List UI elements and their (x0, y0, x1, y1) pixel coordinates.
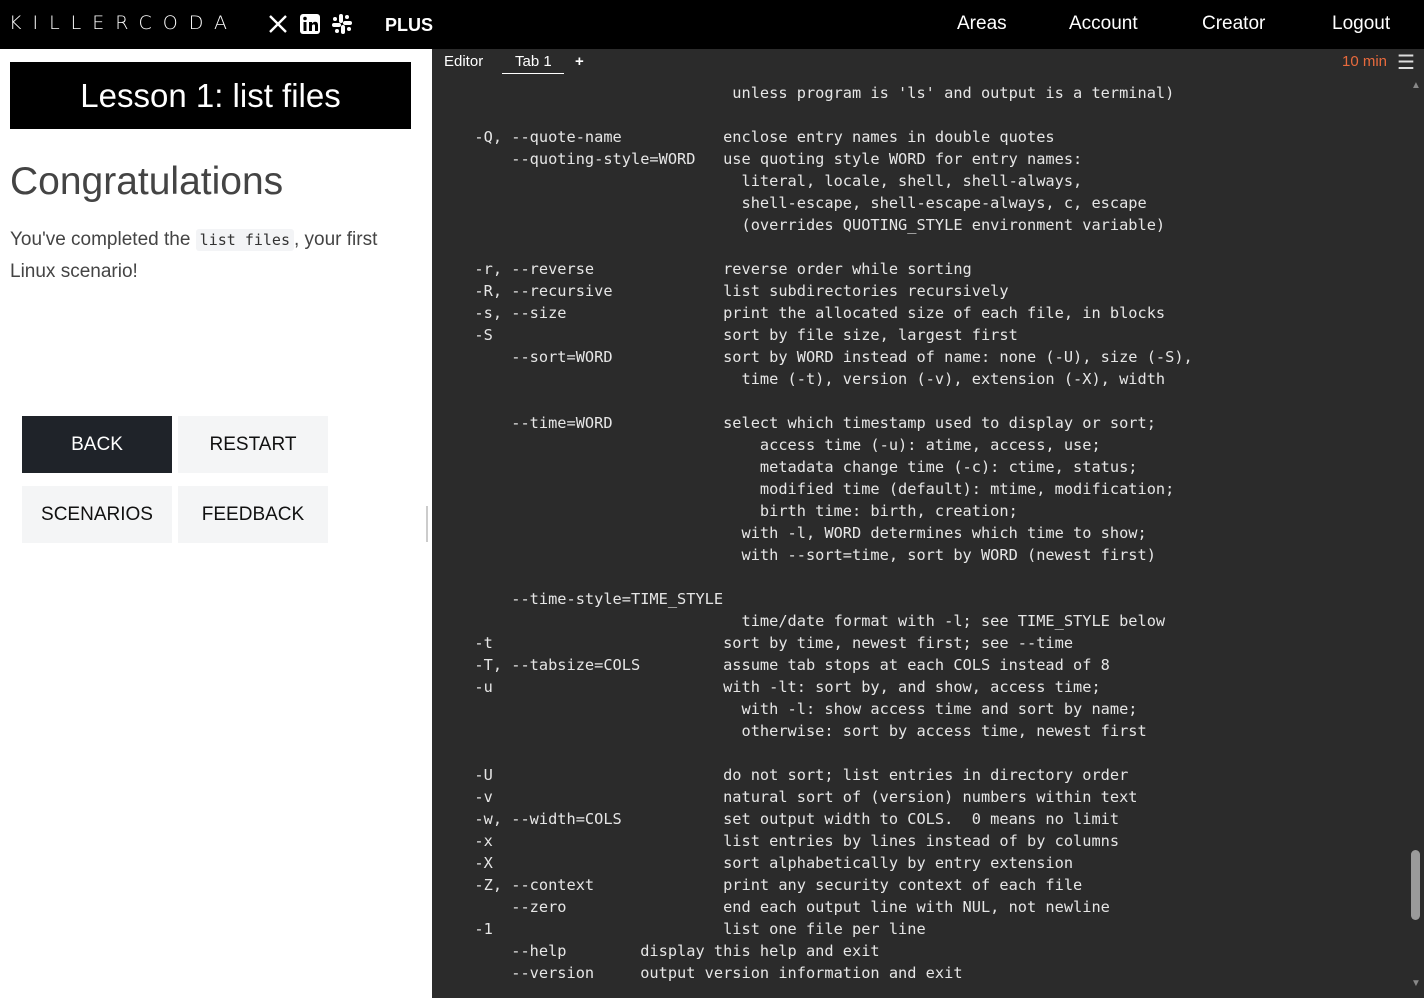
timer: 10 min (1342, 53, 1388, 70)
terminal-line: --time=WORD select which timestamp used … (456, 414, 1156, 432)
terminal-line: -t sort by time, newest first; see --tim… (456, 634, 1074, 652)
lesson-title: Lesson 1: list files (10, 62, 411, 129)
tab-1[interactable]: Tab 1 (502, 53, 564, 74)
x-icon[interactable] (266, 12, 290, 36)
terminal-line: --sort=WORD sort by WORD instead of name… (456, 348, 1193, 366)
terminal-line: -w, --width=COLS set output width to COL… (456, 810, 1120, 828)
terminal-line: birth time: birth, creation; (456, 502, 1018, 520)
terminal-line: --help display this help and exit (456, 942, 880, 960)
terminal-line: -1 list one file per line (456, 920, 926, 938)
terminal[interactable]: unless program is 'ls' and output is a t… (432, 76, 1408, 998)
scroll-up-arrow-icon[interactable]: ▲ (1409, 80, 1423, 94)
terminal-line: time (-t), version (-v), extension (-X),… (456, 370, 1166, 388)
terminal-line: -Q, --quote-name enclose entry names in … (456, 128, 1055, 146)
nav-logout[interactable]: Logout (1332, 13, 1390, 35)
terminal-line: -Z, --context print any security context… (456, 876, 1083, 894)
divider-grip[interactable] (426, 506, 428, 542)
killercoda-logo[interactable]: KILLERCODA (9, 12, 238, 34)
scroll-thumb[interactable] (1411, 850, 1420, 920)
terminal-line: literal, locale, shell, shell-always, (456, 172, 1083, 190)
terminal-line: (overrides QUOTING_STYLE environment var… (456, 216, 1166, 234)
terminal-line: --version output version information and… (456, 964, 963, 982)
terminal-line: with -l: show access time and sort by na… (456, 700, 1138, 718)
feedback-button[interactable]: FEEDBACK (178, 486, 328, 543)
terminal-line: -U do not sort; list entries in director… (456, 766, 1129, 784)
tab-editor[interactable]: Editor (444, 53, 483, 70)
terminal-line: -R, --recursive list subdirectories recu… (456, 282, 1009, 300)
add-tab-button[interactable]: + (575, 53, 584, 70)
terminal-line: unless program is 'ls' and output is a t… (456, 84, 1175, 102)
scenarios-button[interactable]: SCENARIOS (22, 486, 172, 543)
terminal-line: with --sort=time, sort by WORD (newest f… (456, 546, 1156, 564)
terminal-line: -u with -lt: sort by, and show, access t… (456, 678, 1101, 696)
terminal-line: -x list entries by lines instead of by c… (456, 832, 1120, 850)
congrats-heading: Congratulations (10, 160, 284, 203)
congrats-text-before: You've completed the (10, 229, 196, 250)
terminal-line: modified time (default): mtime, modifica… (456, 480, 1175, 498)
terminal-line: -S sort by file size, largest first (456, 326, 1018, 344)
lesson-panel: Lesson 1: list files Congratulations You… (0, 49, 425, 1005)
bottom-strip (432, 998, 1424, 1005)
terminal-line: -X sort alphabetically by entry extensio… (456, 854, 1074, 872)
nav-areas[interactable]: Areas (957, 13, 1007, 35)
terminal-line: -T, --tabsize=COLS assume tab stops at e… (456, 656, 1110, 674)
scroll-down-arrow-icon[interactable]: ▼ (1409, 978, 1423, 992)
terminal-line: --quoting-style=WORD use quoting style W… (456, 150, 1083, 168)
nav-creator[interactable]: Creator (1202, 13, 1265, 35)
slack-icon[interactable] (330, 12, 354, 36)
terminal-line: otherwise: sort by access time, newest f… (456, 722, 1147, 740)
congrats-text: You've completed the list files, your fi… (10, 224, 415, 287)
terminal-line: --time-style=TIME_STYLE (456, 590, 724, 608)
terminal-output: unless program is 'ls' and output is a t… (456, 82, 1193, 984)
terminal-line: metadata change time (-c): ctime, status… (456, 458, 1138, 476)
inline-code: list files (195, 229, 294, 251)
terminal-line: shell-escape, shell-escape-always, c, es… (456, 194, 1147, 212)
menu-icon[interactable]: ☰ (1397, 50, 1415, 75)
terminal-line: --zero end each output line with NUL, no… (456, 898, 1110, 916)
restart-button[interactable]: RESTART (178, 416, 328, 473)
terminal-line: time/date format with -l; see TIME_STYLE… (456, 612, 1166, 630)
linkedin-icon[interactable] (298, 12, 322, 36)
terminal-line: with -l, WORD determines which time to s… (456, 524, 1147, 542)
plus-label[interactable]: PLUS (385, 15, 433, 36)
nav-account[interactable]: Account (1069, 13, 1138, 35)
top-navbar: KILLERCODA PLUS Areas Account Creator Lo… (0, 0, 1424, 49)
terminal-line: access time (-u): atime, access, use; (456, 436, 1101, 454)
terminal-line: -r, --reverse reverse order while sortin… (456, 260, 972, 278)
back-button[interactable]: BACK (22, 416, 172, 473)
terminal-line: -s, --size print the allocated size of e… (456, 304, 1166, 322)
terminal-tabbar: Editor Tab 1 + (432, 49, 1424, 76)
terminal-line: -v natural sort of (version) numbers wit… (456, 788, 1138, 806)
